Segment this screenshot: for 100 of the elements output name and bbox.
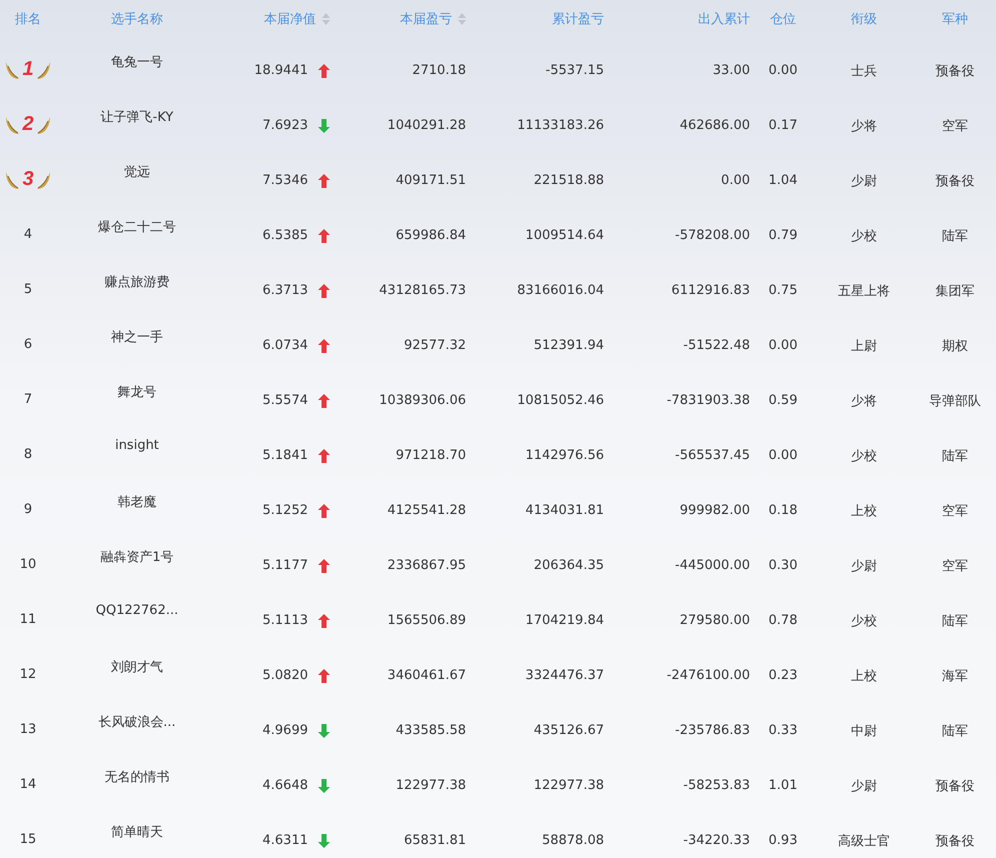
net-value: 6.0734 [262,338,309,353]
rank-number: 14 [18,777,38,792]
table-cell-text: 279580.00 [678,612,751,628]
table-cell-text: 462686.00 [678,117,751,133]
table-cell-text: 上校 [850,668,878,684]
rank-number: 6 [22,337,34,352]
table-cell-text: 0.00 [768,447,798,463]
player-name: 觉远 [123,164,151,181]
table-cell-text: -235786.83 [674,722,751,738]
sort-icon[interactable] [458,13,466,25]
table-cell-text: 空军 [941,118,969,134]
table-cell-text: 1704219.84 [524,612,605,628]
table-cell-text: 435126.67 [532,722,605,738]
table-cell-text: 971218.70 [394,447,467,463]
table-cell-text: 221518.88 [532,172,605,188]
player-name: 舞龙号 [116,384,158,401]
table-cell-text: 少尉 [850,778,878,794]
table-cell-text: 1142976.56 [524,447,605,463]
rank-number: 11 [18,612,38,627]
column-header: 军种 [941,11,969,28]
column-header: 累计盈亏 [551,11,605,28]
table-cell-text: 433585.58 [394,722,467,738]
table-cell-text: 上尉 [850,338,878,354]
table-cell-text: -565537.45 [674,447,751,463]
table-cell-text: -34220.33 [682,832,751,848]
table-cell-text: 陆军 [941,228,969,244]
table-cell-text: 1.01 [768,777,798,793]
table-cell-text: 预备役 [934,778,976,794]
wing-icon [5,60,22,80]
table-cell-text: 0.23 [768,667,798,683]
table-cell-text: -2476100.00 [666,667,751,683]
table-cell-text: 33.00 [712,62,751,78]
table-cell-text: 512391.94 [532,337,605,353]
net-value: 6.5385 [262,228,309,243]
table-cell-text: 少校 [850,612,878,630]
table-cell-text: 空军 [941,502,969,520]
table-cell-text: 0.93 [768,832,798,848]
player-name: 韩老魔 [116,494,158,511]
table-cell-text: 83166016.04 [516,282,605,298]
table-cell-text: 58878.08 [540,832,605,848]
player-name: 融犇资产1号 [99,549,175,566]
net-value: 4.9699 [262,723,309,738]
net-value: 5.1177 [262,558,309,573]
table-cell-text: -445000.00 [674,557,751,573]
net-value: 5.1252 [262,503,309,518]
player-name: 爆仓二十二号 [97,219,177,236]
table-cell-text: 6112916.83 [670,282,751,298]
table-cell-text: 中尉 [850,722,878,740]
table-cell-text: 0.00 [768,337,798,353]
wing-icon [5,170,22,190]
table-cell-text: 高级士官 [837,832,891,850]
rank-number: 13 [18,722,38,737]
net-value: 5.1113 [262,613,309,628]
table-cell-text: 2710.18 [411,62,467,78]
player-name: 简单晴天 [110,824,164,841]
wing-icon [34,170,51,190]
table-cell-text: -51522.48 [682,337,751,353]
player-name: insight [114,437,160,453]
table-cell-text: 集团军 [934,282,976,300]
table-cell-text: 五星上将 [837,282,891,300]
table-cell-text: 上校 [850,502,878,520]
column-header: 出入累计 [697,11,751,28]
table-cell-text: 士兵 [850,62,878,80]
rank-number: 8 [22,447,34,462]
column-header: 排名 [14,11,42,28]
table-cell-text: 0.30 [768,557,798,573]
table-cell-text: 4125541.28 [386,502,467,518]
rank-number: 4 [22,227,34,242]
table-cell-text: -58253.83 [682,777,751,793]
table-cell-text: 海军 [941,668,969,684]
table-cell-text: 少将 [850,392,878,410]
player-name: 龟兔一号 [110,54,164,71]
column-header[interactable]: 本届净值 [218,10,338,28]
table-cell-text: 期权 [941,338,969,354]
rank-number: 5 [22,282,34,297]
rank-number: 10 [18,557,38,572]
rank-number: 1 [21,58,35,81]
net-value: 4.6311 [262,833,309,848]
player-name: 赚点旅游费 [104,274,170,291]
sort-icon[interactable] [322,13,330,25]
table-cell-text: 92577.32 [402,337,467,353]
player-name: QQ122762... [94,602,180,618]
wing-icon [34,114,51,134]
table-cell-text: 少尉 [850,558,878,574]
player-name: 神之一手 [110,329,164,346]
table-cell-text: 409171.51 [394,172,467,188]
table-cell-text: 2336867.95 [386,557,467,573]
column-header: 选手名称 [110,11,164,28]
table-cell-text: 0.00 [768,62,798,78]
table-cell-text: 0.75 [768,282,798,298]
column-header[interactable]: 本届盈亏 [338,10,468,28]
table-cell-text: 3460461.67 [386,667,467,683]
net-value: 7.5346 [262,173,309,188]
net-value: 5.1841 [262,448,309,463]
table-cell-text: 空军 [941,558,969,574]
net-value: 6.3713 [262,283,309,298]
column-header: 衔级 [850,11,878,28]
net-value: 5.5574 [262,393,309,408]
table-cell-text: 陆军 [941,612,969,630]
table-cell-text: 预备役 [934,62,976,80]
